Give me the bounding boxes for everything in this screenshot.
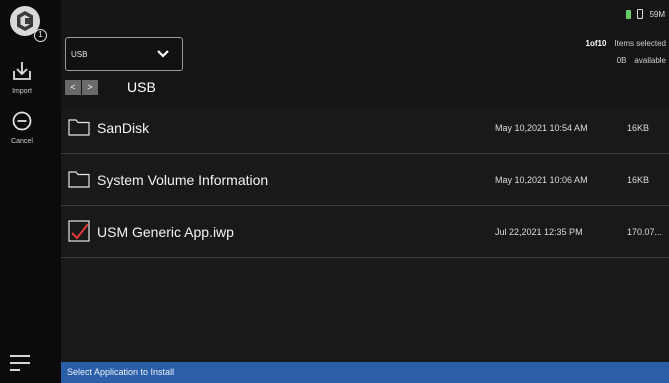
cancel-icon: [12, 111, 32, 131]
menu-icon[interactable]: [10, 355, 30, 373]
source-selected-value: USB: [71, 50, 88, 59]
cancel-label: Cancel: [11, 138, 33, 145]
source-dropdown[interactable]: USB: [65, 37, 183, 71]
status-bar: Select Application to Install: [61, 362, 669, 383]
file-list: SanDisk May 10,2021 10:54 AM 16KB System…: [61, 102, 669, 258]
file-size: 170.07...: [627, 227, 663, 237]
file-name: USM Generic App.iwp: [97, 224, 234, 240]
file-date: May 10,2021 10:54 AM: [495, 123, 588, 133]
file-row-system-volume-information[interactable]: System Volume Information May 10,2021 10…: [61, 154, 669, 206]
file-date: May 10,2021 10:06 AM: [495, 175, 588, 185]
selected-count: 1of10: [585, 39, 607, 48]
file-date: Jul 22,2021 12:35 PM: [495, 227, 583, 237]
file-name: System Volume Information: [97, 172, 269, 188]
folder-icon: [68, 119, 90, 136]
forward-button[interactable]: >: [82, 80, 98, 95]
back-button[interactable]: <: [65, 80, 81, 95]
import-button[interactable]: Import: [2, 60, 42, 95]
selection-summary: 1of10 Items selected 0B available: [586, 35, 666, 69]
navigation-buttons: < >: [65, 80, 98, 95]
memory-readout: 59M: [649, 9, 665, 19]
file-row-sandisk[interactable]: SanDisk May 10,2021 10:54 AM 16KB: [61, 102, 669, 154]
folder-icon: [68, 171, 90, 188]
left-toolbar: 1 Import Cancel: [0, 0, 61, 383]
file-name: SanDisk: [97, 120, 150, 136]
checkbox-checked-icon[interactable]: [68, 220, 90, 242]
free-space-value: 0B: [616, 56, 627, 65]
status-area: 59M: [626, 9, 665, 19]
free-space-label: available: [634, 56, 666, 65]
battery-icon: [626, 9, 632, 19]
cancel-button[interactable]: Cancel: [2, 110, 42, 145]
selected-count-label: Items selected: [614, 39, 666, 48]
notification-badge: 1: [34, 29, 47, 42]
status-message: Select Application to Install: [67, 367, 175, 377]
chevron-down-icon: [157, 50, 169, 58]
import-icon: [13, 62, 31, 80]
file-browser: 59M USB 1of10 Items selected 0B availabl…: [61, 0, 669, 383]
battery-empty-icon: [637, 9, 644, 19]
file-row-usm-generic-app[interactable]: USM Generic App.iwp Jul 22,2021 12:35 PM…: [61, 206, 669, 258]
file-size: 16KB: [627, 123, 650, 133]
import-label: Import: [12, 88, 32, 95]
current-path: USB: [127, 79, 156, 95]
file-size: 16KB: [627, 175, 650, 185]
